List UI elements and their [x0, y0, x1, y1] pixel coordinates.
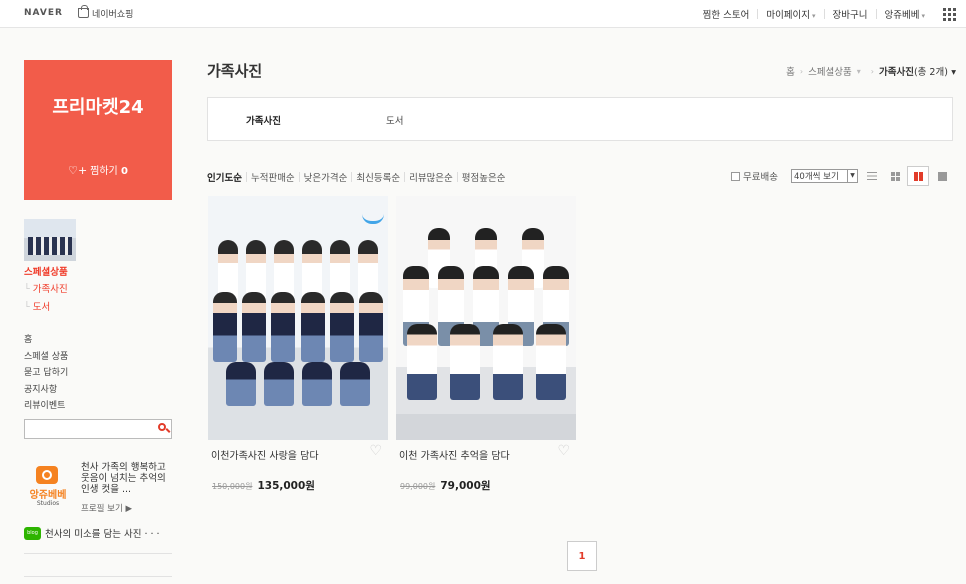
sidebar-link-notice[interactable]: 공지사항 — [24, 382, 68, 399]
naver-logo[interactable]: NAVER — [24, 8, 63, 18]
category-special[interactable]: 스페셜상품 — [24, 264, 68, 278]
favorite-store-button[interactable]: ♡+ 찜하기 0 — [24, 162, 172, 177]
free-shipping-checkbox[interactable] — [731, 171, 740, 181]
studio-logo[interactable]: 앙쥬베베 Studios — [24, 466, 72, 510]
sidebar-link-special[interactable]: 스페셜 상품 — [24, 349, 68, 366]
product-title[interactable]: 이천 가족사진 추억을 담다 — [399, 447, 510, 462]
product-card[interactable]: 이천가족사진 사랑을 담다 ♡ 150,000원 135,000원 — [208, 196, 388, 492]
sort-sales[interactable]: 누적판매순 — [251, 170, 295, 184]
free-shipping-filter[interactable]: 무료배송 — [731, 169, 778, 183]
chevron-right-icon: › — [799, 66, 804, 76]
heart-icon[interactable]: ♡ — [369, 443, 382, 459]
chevron-right-icon: › — [870, 66, 874, 76]
app-grid-icon[interactable] — [943, 7, 956, 21]
naver-shopping-link[interactable]: 네이버쇼핑 — [78, 4, 133, 20]
sort-newest[interactable]: 최신등록순 — [356, 170, 400, 184]
tab-books[interactable]: 도서 — [386, 113, 403, 127]
top-nav: 찜한 스토어 마이페이지 ▾ 장바구니 앙쥬베베 ▾ — [703, 7, 956, 21]
studio-logo-mark — [362, 214, 384, 224]
sidebar-link-qna[interactable]: 묻고 답하기 — [24, 365, 68, 382]
heart-icon[interactable]: ♡ — [557, 443, 570, 459]
list-view-icon[interactable] — [861, 166, 883, 186]
nav-favorite-stores[interactable]: 찜한 스토어 — [703, 7, 750, 21]
nav-user-menu[interactable]: 앙쥬베베 ▾ — [885, 7, 925, 21]
product-card[interactable]: 이천 가족사진 추억을 담다 ♡ 99,000원 79,000원 — [396, 196, 576, 492]
caret-down-icon: ▾ — [812, 12, 816, 20]
favorite-count: 0 — [120, 166, 128, 177]
profile-link[interactable]: 프로필 보기 ▶ — [81, 502, 132, 514]
breadcrumb-parent[interactable]: 스페셜상품 — [808, 64, 852, 78]
pagination-page-1[interactable]: 1 — [567, 541, 597, 571]
product-title[interactable]: 이천가족사진 사랑을 담다 — [211, 447, 319, 462]
page-title: 가족사진 — [207, 62, 263, 80]
breadcrumb: 홈 › 스페셜상품 ▾ › 가족사진(총 2개) ▾ — [786, 64, 956, 79]
nav-cart[interactable]: 장바구니 — [833, 7, 868, 21]
sort-low-price[interactable]: 낮은가격순 — [304, 170, 348, 184]
divider — [757, 9, 759, 19]
divider — [24, 576, 172, 577]
caret-down-icon: ▾ — [856, 66, 861, 76]
top-bar: NAVER 네이버쇼핑 찜한 스토어 마이페이지 ▾ 장바구니 앙쥬베베 ▾ — [0, 0, 966, 28]
sale-price: 79,000원 — [440, 480, 491, 492]
heart-plus-icon: ♡+ — [68, 164, 88, 177]
grid-small-view-icon[interactable] — [884, 166, 906, 186]
sort-options: 인기도순 누적판매순 낮은가격순 최신등록순 리뷰많은순 평점높은순 — [207, 170, 505, 184]
camera-icon — [36, 466, 58, 484]
breadcrumb-current[interactable]: 가족사진(총 2개) ▾ — [879, 64, 956, 78]
product-image[interactable] — [208, 196, 388, 440]
sort-rating[interactable]: 평점높은순 — [462, 170, 506, 184]
per-page-select[interactable]: 40개씩 보기 ▼ — [791, 169, 858, 183]
store-name[interactable]: 프리마켓24 — [24, 93, 172, 119]
caret-down-icon: ▾ — [921, 12, 925, 20]
original-price: 99,000원 — [400, 482, 436, 491]
category-thumbnail[interactable] — [24, 219, 76, 261]
store-banner: 프리마켓24 ♡+ 찜하기 0 — [24, 60, 172, 200]
original-price: 150,000원 — [212, 482, 253, 491]
single-view-icon[interactable] — [931, 166, 953, 186]
grid-large-view-icon[interactable] — [907, 166, 929, 186]
sale-price: 135,000원 — [257, 480, 315, 492]
search-icon[interactable] — [158, 423, 166, 431]
blog-icon: blog — [24, 526, 41, 540]
category-family-photo[interactable]: └ 가족사진 — [24, 281, 68, 295]
divider — [823, 9, 825, 19]
sidebar-link-review-event[interactable]: 리뷰이벤트 — [24, 398, 68, 415]
tab-family-photo[interactable]: 가족사진 — [246, 113, 281, 127]
shopping-bag-icon — [78, 4, 89, 18]
category-books[interactable]: └ 도서 — [24, 299, 50, 313]
sort-popularity[interactable]: 인기도순 — [207, 170, 242, 184]
dropdown-arrow-icon: ▼ — [847, 170, 857, 182]
store-search-input[interactable] — [24, 419, 172, 439]
profile-description: 천사 가족의 행복하고 웃음이 넘치는 추억의 인생 컷을 ... — [81, 462, 166, 495]
product-image[interactable] — [396, 196, 576, 440]
divider — [875, 9, 877, 19]
breadcrumb-home[interactable]: 홈 — [786, 64, 795, 78]
category-tabs: 가족사진 도서 — [207, 97, 953, 141]
nav-mypage[interactable]: 마이페이지 ▾ — [766, 7, 815, 21]
sort-most-reviews[interactable]: 리뷰많은순 — [409, 170, 453, 184]
blog-link[interactable]: blog 천사의 미소를 담는 사진 · · · — [24, 526, 160, 540]
sidebar-link-home[interactable]: 홈 — [24, 332, 68, 349]
sidebar-links: 홈 스페셜 상품 묻고 답하기 공지사항 리뷰이벤트 — [24, 332, 68, 415]
divider — [24, 553, 172, 554]
